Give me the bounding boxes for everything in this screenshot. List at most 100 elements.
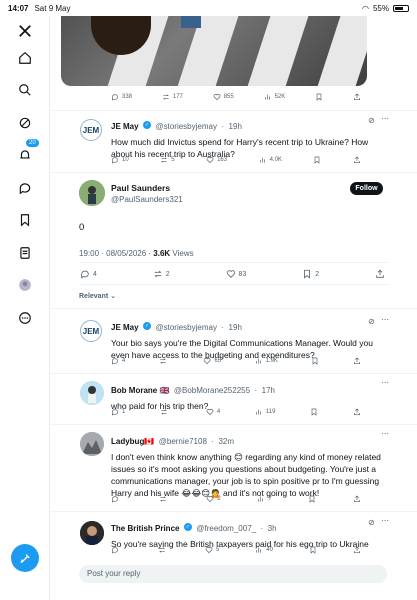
profile-avatar-icon[interactable] [14,274,36,296]
repost-button[interactable] [159,495,170,503]
reply-button[interactable]: 4 [111,357,125,365]
repost-icon [159,496,166,502]
grok-icon[interactable]: ⊘ [368,518,375,527]
bookmark-button[interactable] [313,156,321,164]
post-timestamp[interactable]: 19:00 · 08/05/2026 · [79,249,153,258]
avatar[interactable] [80,521,104,545]
reply-button[interactable]: 10 [111,156,129,164]
prev-tweet-actions: 338 177 855 52K [111,93,361,101]
more-icon[interactable]: ⋯ [381,378,389,387]
post-time[interactable]: 17h [262,386,275,395]
avatar[interactable]: JEM [80,320,102,342]
bookmark-button[interactable] [310,408,318,416]
reply-tweet[interactable]: Ladybug🇨🇦 @bernie7108 · 32m I don't even… [111,431,381,499]
grok-icon[interactable]: ⊘ [368,317,375,326]
reply-actions: 2 7 [111,495,361,503]
share-button[interactable] [353,357,361,365]
post-time[interactable]: 19h [229,323,242,332]
lists-icon[interactable] [14,242,36,264]
more-icon[interactable]: ⋯ [381,114,389,123]
views-button[interactable]: 4.0K [259,156,282,164]
grok-icon[interactable] [14,112,36,134]
reply-button[interactable]: 338 [111,93,132,101]
repost-button[interactable] [159,357,170,365]
like-button[interactable]: 65 [203,357,221,365]
bookmarks-icon[interactable] [14,209,36,231]
author-handle[interactable]: @storiesbyjemay [155,122,216,131]
bookmark-button[interactable]: 2 [302,269,319,279]
author-name[interactable]: The British Prince [111,524,179,533]
avatar[interactable] [79,180,105,206]
post-time[interactable]: 3h [268,524,277,533]
share-button[interactable] [353,546,361,554]
messages-icon[interactable] [14,177,36,199]
main-author[interactable]: Paul Saunders @PaulSaunders321 [111,183,183,204]
author-handle[interactable]: @storiesbyjemay [155,323,216,332]
post-time[interactable]: 19h [229,122,242,131]
bookmark-button[interactable] [315,93,323,101]
more-options-icon[interactable] [14,307,36,329]
views-button[interactable]: 52K [264,93,285,101]
share-button[interactable] [353,156,361,164]
bookmark-icon [313,357,318,365]
bookmark-button[interactable] [308,495,316,503]
repost-button[interactable] [158,546,169,554]
reply-icon [111,547,118,554]
bookmark-button[interactable] [309,546,317,554]
sort-replies-dropdown[interactable]: Relevant ⌄ [79,292,116,300]
author-name[interactable]: JE May [111,122,139,131]
bookmark-button[interactable] [311,357,319,365]
avatar[interactable]: JEM [80,119,102,141]
repost-button[interactable]: 177 [162,93,183,101]
reply-button[interactable]: 1 [111,408,125,416]
views-button[interactable]: 119 [255,408,275,416]
like-button[interactable]: 4 [206,408,220,416]
compose-post-button[interactable] [11,544,39,572]
more-icon[interactable]: ⋯ [381,315,389,324]
share-icon [353,93,360,100]
follow-button[interactable]: Follow [350,182,383,195]
author-name[interactable]: Ladybug🇨🇦 [111,437,154,446]
more-icon[interactable]: ⋯ [381,429,389,438]
views-button[interactable]: 40 [255,546,273,554]
like-button[interactable]: 83 [226,269,246,279]
reply-tweet[interactable]: JE May ✓ @storiesbyjemay · 19h How much … [111,116,381,160]
share-icon [376,269,384,278]
author-handle[interactable]: @PaulSaunders321 [111,195,183,204]
repost-button[interactable] [160,408,171,416]
reply-tweet[interactable]: JE May ✓ @storiesbyjemay · 19h Your bio … [111,317,381,361]
post-time[interactable]: 32m [218,437,234,446]
author-name[interactable]: Paul Saunders [111,183,183,193]
notifications-bell-icon[interactable]: 20 [14,139,39,166]
like-button[interactable]: 2 [206,495,221,503]
grok-icon[interactable]: ⊘ [368,116,375,125]
share-button[interactable] [375,269,385,279]
more-icon[interactable]: ⋯ [381,516,389,525]
reply-button[interactable] [111,495,122,503]
author-handle[interactable]: @BobMorane252255 [174,386,250,395]
views-button[interactable]: 1.9K [255,357,278,365]
author-handle[interactable]: @freedom_007_ [196,524,256,533]
author-handle[interactable]: @bernie7108 [159,437,207,446]
home-icon[interactable] [14,47,36,69]
author-name[interactable]: Bob Morane 🇬🇧 [111,386,169,395]
repost-button[interactable]: 5 [160,156,175,164]
avatar[interactable] [80,432,104,456]
like-button[interactable]: 163 [206,156,227,164]
avatar[interactable] [80,381,104,405]
bookmark-icon [310,546,316,554]
author-name[interactable]: JE May [111,323,139,332]
like-button[interactable]: 855 [213,93,234,101]
search-icon[interactable] [14,79,36,101]
like-button[interactable]: 5 [205,546,219,554]
x-logo-icon[interactable] [14,20,36,42]
reply-input[interactable]: Post your reply [79,565,387,583]
views-label: Views [172,249,194,258]
share-button[interactable] [353,93,361,101]
reply-button[interactable] [111,546,122,554]
views-button[interactable]: 7 [257,495,272,503]
share-button[interactable] [353,495,361,503]
repost-button[interactable]: 2 [153,269,170,279]
reply-button[interactable]: 4 [80,269,97,279]
share-button[interactable] [353,408,361,416]
